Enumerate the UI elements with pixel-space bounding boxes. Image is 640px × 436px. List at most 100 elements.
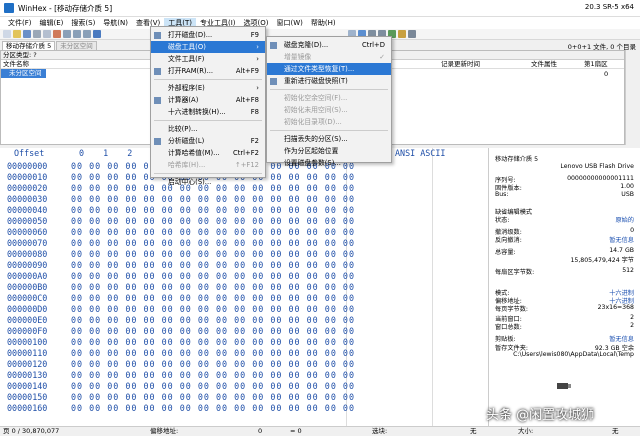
list-item[interactable]: 未分区空间 bbox=[1, 69, 46, 78]
byte-cell[interactable]: 00 00 00 00 00 00 00 00 00 00 00 00 00 0… bbox=[71, 348, 355, 358]
table-row[interactable]: 00000090 00 00 00 00 00 00 00 00 00 00 00… bbox=[0, 260, 488, 271]
menu-shortcut: Ctrl+D bbox=[361, 41, 385, 49]
col-attributes[interactable]: 文件属性 bbox=[531, 60, 557, 69]
table-row[interactable]: 00000130 00 00 00 00 00 00 00 00 00 00 00… bbox=[0, 370, 488, 381]
table-row[interactable]: 00000150 00 00 00 00 00 00 00 00 00 00 00… bbox=[0, 392, 488, 403]
offset-cell: 00000010 bbox=[7, 172, 48, 182]
menu-item[interactable]: 计算哈希值(M)... Ctrl+F2 bbox=[151, 147, 265, 159]
menu-item[interactable]: 设置磁盘参数(S)... bbox=[267, 157, 391, 169]
paste-icon[interactable] bbox=[83, 30, 91, 38]
copy-icon[interactable] bbox=[73, 30, 81, 38]
table-row[interactable]: 00000040 00 00 00 00 00 00 00 00 00 00 00… bbox=[0, 205, 488, 216]
table-row[interactable]: 000000C0 00 00 00 00 00 00 00 00 00 00 00… bbox=[0, 293, 488, 304]
menu-search[interactable]: 搜索(S) bbox=[67, 18, 99, 28]
byte-cell[interactable]: 00 00 00 00 00 00 00 00 00 00 00 00 00 0… bbox=[71, 326, 355, 336]
info-value: 1.00 bbox=[620, 183, 634, 190]
menu-item[interactable]: 文件工具(F) › bbox=[151, 53, 265, 65]
byte-cell[interactable]: 00 00 00 00 00 00 00 00 00 00 00 00 00 0… bbox=[71, 271, 355, 281]
find-icon[interactable] bbox=[93, 30, 101, 38]
byte-cell[interactable]: 00 00 00 00 00 00 00 00 00 00 00 00 00 0… bbox=[71, 403, 355, 413]
table-row[interactable]: 00000080 00 00 00 00 00 00 00 00 00 00 00… bbox=[0, 249, 488, 260]
analyze-icon bbox=[154, 138, 161, 145]
table-row[interactable]: 00000050 00 00 00 00 00 00 00 00 00 00 00… bbox=[0, 216, 488, 227]
menu-item[interactable]: 比较(P)... bbox=[151, 123, 265, 135]
menu-item-label: 设置磁盘参数(S)... bbox=[284, 159, 341, 167]
open-icon[interactable] bbox=[13, 30, 21, 38]
device-name: Lenovo USB Flash Drive bbox=[560, 163, 634, 170]
info-row: 撤消级数: 0 bbox=[495, 227, 634, 236]
menu-item[interactable]: 磁盘工具(O) › bbox=[151, 41, 265, 53]
equals-value: = 0 bbox=[290, 427, 302, 435]
menu-item[interactable]: 扫描丢失的分区(S)... bbox=[267, 133, 391, 145]
byte-cell[interactable]: 00 00 00 00 00 00 00 00 00 00 00 00 00 0… bbox=[71, 227, 355, 237]
byte-cell[interactable]: 00 00 00 00 00 00 00 00 00 00 00 00 00 0… bbox=[71, 293, 355, 303]
col-first-sector[interactable]: 第1扇区 bbox=[584, 60, 608, 69]
menu-divider bbox=[270, 89, 388, 90]
offset-value: 0 bbox=[258, 427, 263, 435]
menu-window[interactable]: 窗口(W) bbox=[273, 18, 307, 28]
byte-cell[interactable]: 00 00 00 00 00 00 00 00 00 00 00 00 00 0… bbox=[71, 337, 355, 347]
byte-cell[interactable]: 00 00 00 00 00 00 00 00 00 00 00 00 00 0… bbox=[71, 194, 355, 204]
byte-cell[interactable]: 00 00 00 00 00 00 00 00 00 00 00 00 00 0… bbox=[71, 359, 355, 369]
menu-item[interactable]: 启动中心(S)... bbox=[151, 176, 265, 188]
offset-cell: 00000020 bbox=[7, 183, 48, 193]
menu-item-label: 打开RAM(R)... bbox=[168, 67, 214, 75]
col-modified[interactable]: 记录更新时间 bbox=[441, 60, 480, 69]
folder-icon[interactable] bbox=[398, 30, 406, 38]
cut-icon[interactable] bbox=[63, 30, 71, 38]
byte-cell[interactable]: 00 00 00 00 00 00 00 00 00 00 00 00 00 0… bbox=[71, 249, 355, 259]
tab-storage-5[interactable]: 移动存储介质 5 bbox=[2, 41, 56, 50]
menu-help[interactable]: 帮助(H) bbox=[307, 18, 340, 28]
byte-cell[interactable]: 00 00 00 00 00 00 00 00 00 00 00 00 00 0… bbox=[71, 381, 355, 391]
menu-item[interactable]: 作为分区起始位置 bbox=[267, 145, 391, 157]
table-row[interactable]: 00000140 00 00 00 00 00 00 00 00 00 00 00… bbox=[0, 381, 488, 392]
table-row[interactable]: 00000120 00 00 00 00 00 00 00 00 00 00 00… bbox=[0, 359, 488, 370]
table-row[interactable]: 00000070 00 00 00 00 00 00 00 00 00 00 00… bbox=[0, 238, 488, 249]
byte-cell[interactable]: 00 00 00 00 00 00 00 00 00 00 00 00 00 0… bbox=[71, 282, 355, 292]
table-row[interactable]: 000000B0 00 00 00 00 00 00 00 00 00 00 00… bbox=[0, 282, 488, 293]
menu-shortcut: ✓ bbox=[379, 53, 385, 61]
table-row[interactable]: 00000100 00 00 00 00 00 00 00 00 00 00 00… bbox=[0, 337, 488, 348]
menu-item[interactable]: 分析磁盘(L) F2 bbox=[151, 135, 265, 147]
byte-cell[interactable]: 00 00 00 00 00 00 00 00 00 00 00 00 00 0… bbox=[71, 205, 355, 215]
tab-unpartitioned[interactable]: 未分区空间 bbox=[56, 41, 97, 50]
menu-item[interactable]: 打开磁盘(D)... F9 bbox=[151, 29, 265, 41]
menu-item[interactable]: 通过文件类型恢复(T)... bbox=[267, 63, 391, 75]
table-row[interactable]: 00000110 00 00 00 00 00 00 00 00 00 00 00… bbox=[0, 348, 488, 359]
hex-editor[interactable]: Offset 0 1 2 3 4 ANSI ASCII 00000000 00 0… bbox=[0, 148, 488, 426]
menu-item[interactable]: 外部程序(E) › bbox=[151, 82, 265, 94]
table-row[interactable]: 00000030 00 00 00 00 00 00 00 00 00 00 00… bbox=[0, 194, 488, 205]
menu-item[interactable]: 打开RAM(R)... Alt+F9 bbox=[151, 65, 265, 77]
properties-icon[interactable] bbox=[43, 30, 51, 38]
new-icon[interactable] bbox=[3, 30, 11, 38]
info-row: Bus: USB bbox=[495, 191, 634, 199]
print-icon[interactable] bbox=[33, 30, 41, 38]
byte-cell[interactable]: 00 00 00 00 00 00 00 00 00 00 00 00 00 0… bbox=[71, 238, 355, 248]
save-icon[interactable] bbox=[23, 30, 31, 38]
menu-edit[interactable]: 编辑(E) bbox=[36, 18, 68, 28]
col-filename[interactable]: 文件名称 bbox=[3, 60, 29, 69]
vertical-scrollbar[interactable] bbox=[625, 50, 640, 145]
info-value: 暂无信息 bbox=[609, 237, 634, 244]
settings-icon[interactable] bbox=[408, 30, 416, 38]
table-row[interactable]: 000000A0 00 00 00 00 00 00 00 00 00 00 00… bbox=[0, 271, 488, 282]
byte-cell[interactable]: 00 00 00 00 00 00 00 00 00 00 00 00 00 0… bbox=[71, 315, 355, 325]
table-row[interactable]: 000000F0 00 00 00 00 00 00 00 00 00 00 00… bbox=[0, 326, 488, 337]
info-row: 剪贴板: 暂无信息 bbox=[495, 334, 634, 343]
undo-icon[interactable] bbox=[53, 30, 61, 38]
menu-item[interactable]: 计算器(A) Alt+F8 bbox=[151, 94, 265, 106]
table-row[interactable]: 000000E0 00 00 00 00 00 00 00 00 00 00 00… bbox=[0, 315, 488, 326]
menu-item[interactable]: 重新进行磁盘快照(T) bbox=[267, 75, 391, 87]
menu-item[interactable]: 磁盘克隆(D)... Ctrl+D bbox=[267, 39, 391, 51]
byte-cell[interactable]: 00 00 00 00 00 00 00 00 00 00 00 00 00 0… bbox=[71, 260, 355, 270]
menu-file[interactable]: 文件(F) bbox=[4, 18, 36, 28]
byte-cell[interactable]: 00 00 00 00 00 00 00 00 00 00 00 00 00 0… bbox=[71, 392, 355, 402]
table-row[interactable]: 00000060 00 00 00 00 00 00 00 00 00 00 00… bbox=[0, 227, 488, 238]
table-row[interactable]: 000000D0 00 00 00 00 00 00 00 00 00 00 00… bbox=[0, 304, 488, 315]
menu-navigate[interactable]: 导航(N) bbox=[99, 18, 132, 28]
menu-item[interactable]: 十六进制转换(H)... F8 bbox=[151, 106, 265, 118]
byte-cell[interactable]: 00 00 00 00 00 00 00 00 00 00 00 00 00 0… bbox=[71, 370, 355, 380]
byte-cell[interactable]: 00 00 00 00 00 00 00 00 00 00 00 00 00 0… bbox=[71, 304, 355, 314]
table-row[interactable]: 00000160 00 00 00 00 00 00 00 00 00 00 00… bbox=[0, 403, 488, 414]
byte-cell[interactable]: 00 00 00 00 00 00 00 00 00 00 00 00 00 0… bbox=[71, 216, 355, 226]
